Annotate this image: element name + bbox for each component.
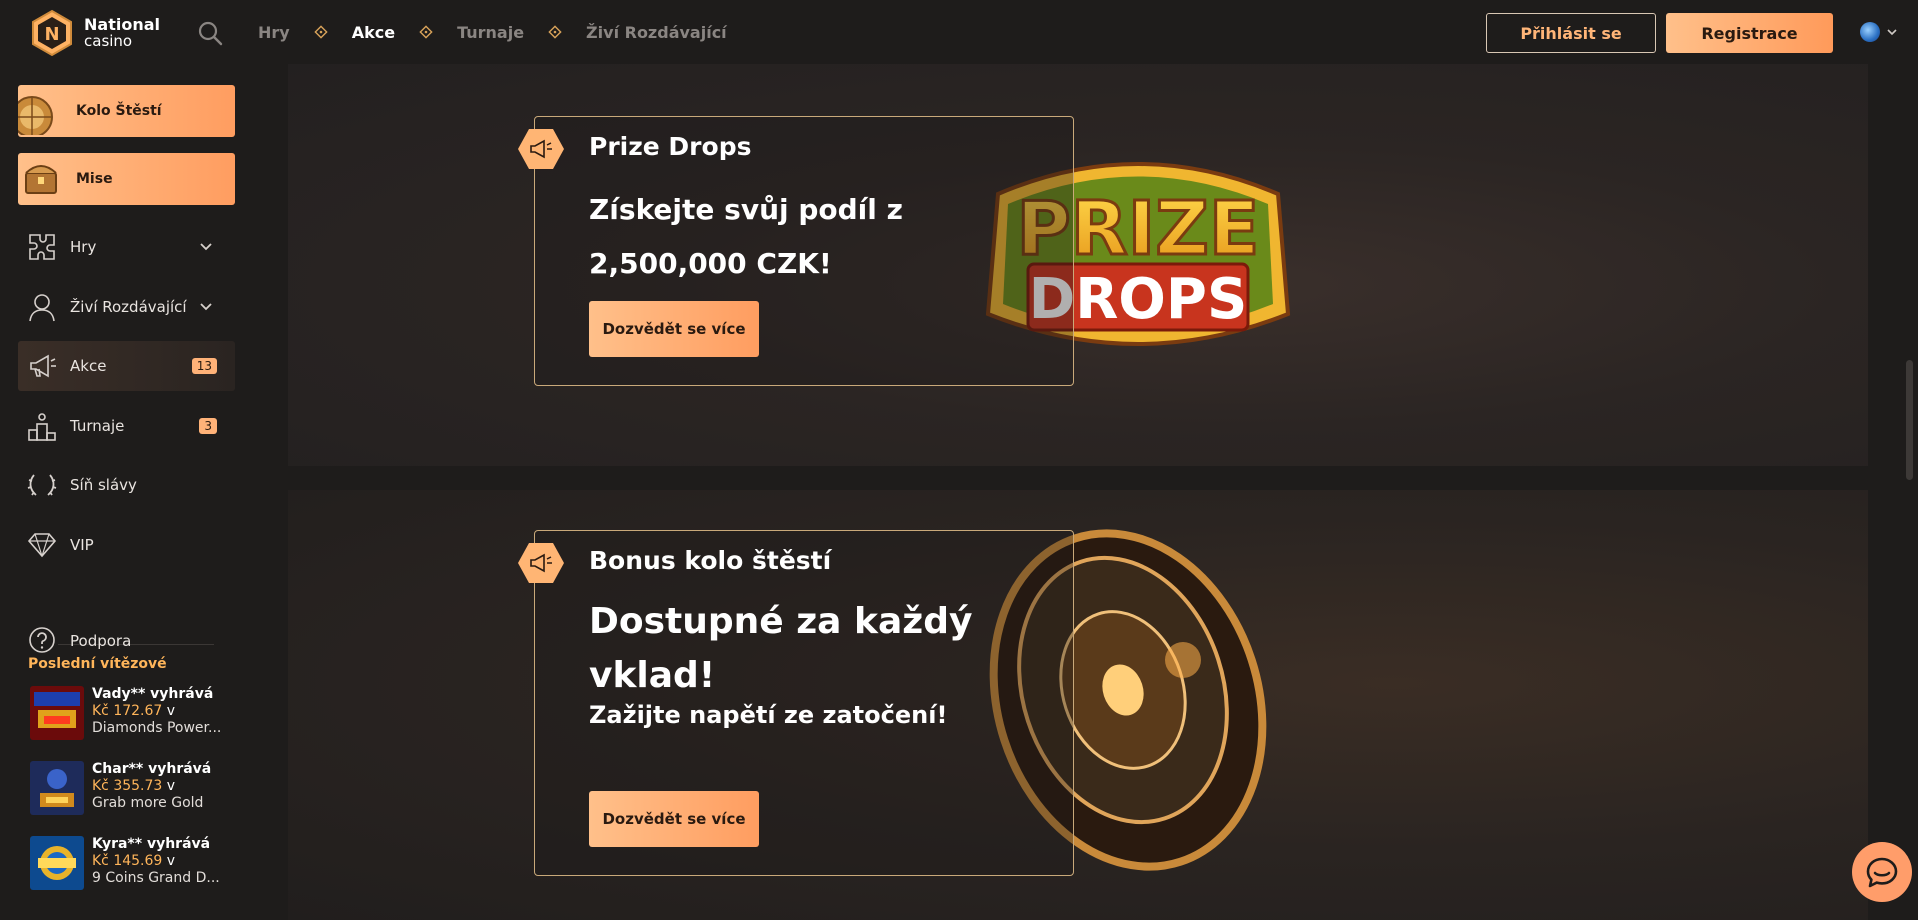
game-thumbnail [30,836,84,890]
nav-hry[interactable]: Hry [258,23,290,42]
promotion-title: Bonus kolo štěstí [589,546,832,575]
chevron-down-icon [200,303,212,311]
live-dealer-icon [29,294,55,322]
winner-item[interactable]: Vady** vyhrává Kč 172.67 v Diamonds Powe… [30,686,230,742]
login-button[interactable]: Přihlásit se [1486,13,1656,53]
help-icon [29,627,55,653]
promotion-title: Prize Drops [589,132,752,161]
promotions-list: PRIZE DROPS Prize Drops Získejte svůj po… [288,64,1868,920]
nav-turnaje[interactable]: Turnaje [457,23,524,42]
logo-text-line1: National [84,15,160,34]
promotion-headline: vklad! [589,655,716,696]
top-header: N National casino Hry Akce Turnaje Živí … [0,0,1918,64]
logo-badge-icon: N [32,9,72,57]
logo-text-line2: casino [84,32,133,50]
promotion-headline: Získejte svůj podíl z [589,193,903,226]
latest-winners-title: Poslední vítězové [28,656,167,672]
promotion-card: Bonus kolo štěstí Dostupné za každý vkla… [518,530,1074,876]
promotion-banner-prize-drops: PRIZE DROPS [288,64,1868,466]
diamond-separator-icon [548,25,562,39]
winner-item[interactable]: Char** vyhrává Kč 355.73 v Grab more Gol… [30,761,230,817]
promotion-subline: Zažijte napětí ze zatočení! [589,701,948,729]
learn-more-button[interactable]: Dozvědět se více [589,791,759,847]
language-selector[interactable] [1860,22,1898,42]
fortune-wheel-icon [18,96,53,135]
promotion-card: Prize Drops Získejte svůj podíl z 2,500,… [518,116,1074,386]
diamond-separator-icon [419,25,433,39]
missions-button[interactable]: Mise [18,153,235,205]
svg-text:N: N [44,24,59,45]
promotion-headline: 2,500,000 CZK! [589,247,832,280]
megaphone-icon [518,129,564,169]
diamond-icon [27,533,57,558]
search-icon[interactable] [197,20,223,46]
promotions-count-badge: 13 [191,358,217,374]
promotion-headline: Dostupné za každý [589,601,973,642]
sidebar: Kolo Štěstí Mise Hry Živí Rozdávající Ak… [0,64,252,912]
laurel-wreath-icon [27,474,57,496]
main-nav: Hry Akce Turnaje Živí Rozdávající [258,0,727,64]
megaphone-icon [30,354,56,378]
sidebar-item-sin-slavy[interactable]: Síň slávy [18,460,235,510]
register-button[interactable]: Registrace [1666,13,1833,53]
live-chat-button[interactable] [1852,842,1912,902]
nav-zivi-rozdavajici[interactable]: Živí Rozdávající [586,23,727,42]
chevron-down-icon [1887,29,1897,36]
megaphone-icon [518,543,564,583]
sidebar-item-vip[interactable]: VIP [18,520,235,570]
puzzle-icon [29,234,55,260]
treasure-chest-icon [25,165,57,194]
game-thumbnail [30,761,84,815]
sidebar-item-hry[interactable]: Hry [18,222,235,272]
sidebar-item-turnaje[interactable]: Turnaje 3 [18,401,235,451]
page-scrollbar[interactable] [1906,360,1913,480]
winner-item[interactable]: Kyra** vyhrává Kč 145.69 v 9 Coins Grand… [30,836,230,892]
wheel-of-fortune-button[interactable]: Kolo Štěstí [18,85,235,137]
game-thumbnail [30,686,84,740]
chat-bubble-icon [1866,857,1898,888]
learn-more-button[interactable]: Dozvědět se více [589,301,759,357]
tournaments-count-badge: 3 [199,418,217,434]
podium-icon [28,413,56,441]
globe-icon [1860,22,1880,42]
chevron-down-icon [200,243,212,251]
nav-akce[interactable]: Akce [352,23,395,42]
diamond-separator-icon [314,25,328,39]
sidebar-item-akce[interactable]: Akce 13 [18,341,235,391]
national-casino-logo[interactable]: N National casino [30,9,160,57]
sidebar-item-zivi-rozdavajici[interactable]: Živí Rozdávající [18,282,235,332]
